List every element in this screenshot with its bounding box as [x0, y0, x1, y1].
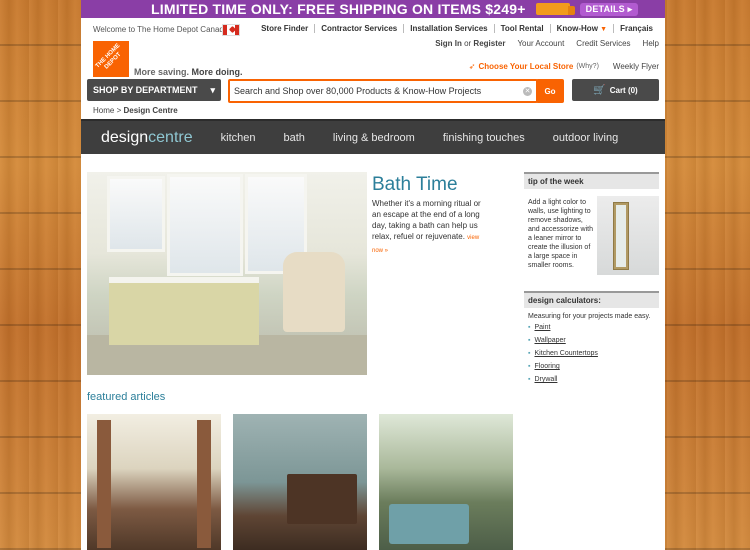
leaner-mirror-image[interactable] — [597, 196, 659, 275]
choose-store-link[interactable]: Choose Your Local Store — [479, 62, 574, 71]
page: Welcome to The Home Depot Canada THE HOM… — [81, 18, 665, 550]
featured-articles-heading: featured articles — [87, 391, 166, 403]
cart-label: Cart (0) — [609, 85, 638, 95]
calculators-list: Paint Wallpaper Kitchen Countertops Floo… — [524, 324, 659, 383]
hero-description: Whether it's a morning ritual or an esca… — [372, 199, 481, 254]
promo-details-button[interactable]: DETAILS ▸ — [579, 2, 639, 16]
chevron-down-icon: ▼ — [600, 26, 608, 33]
breadcrumb-current: Design Centre — [123, 106, 178, 115]
tagline-a: More saving. — [134, 67, 190, 77]
help-link[interactable]: Help — [643, 39, 659, 48]
calculators-intro: Measuring for your projects made easy. — [528, 313, 651, 320]
topnav-installation-services[interactable]: Installation Services — [404, 24, 495, 33]
welcome-text: Welcome to The Home Depot Canada — [93, 25, 229, 34]
search-input[interactable] — [230, 85, 523, 97]
calculator-wallpaper[interactable]: Wallpaper — [528, 337, 659, 344]
signin-register[interactable]: Sign In or Register — [435, 39, 505, 48]
promo-banner[interactable]: LIMITED TIME ONLY: FREE SHIPPING ON ITEM… — [81, 0, 665, 18]
calculator-drywall[interactable]: Drywall — [528, 376, 659, 383]
shop-dept-label: SHOP BY DEPARTMENT — [93, 85, 198, 95]
design-centre-logo[interactable]: designcentre — [101, 129, 193, 147]
nav-finishing-touches[interactable]: finishing touches — [443, 132, 525, 144]
promo-text: LIMITED TIME ONLY: FREE SHIPPING ON ITEM… — [151, 1, 526, 17]
calculator-kitchen-countertops[interactable]: Kitchen Countertops — [528, 350, 659, 357]
weekly-flyer-link[interactable]: Weekly Flyer — [613, 62, 659, 71]
tagline: More saving. More doing. — [134, 67, 243, 77]
topnav-know-how[interactable]: Know-How ▼ — [551, 24, 615, 33]
chevron-down-icon: ▾ — [210, 84, 215, 95]
top-nav: Store Finder Contractor Services Install… — [255, 24, 659, 33]
home-depot-logo[interactable]: THE HOME DEPOT — [93, 41, 129, 77]
location-pin-icon: ➶ — [468, 62, 476, 71]
featured-article-image[interactable] — [233, 414, 367, 550]
topnav-store-finder[interactable]: Store Finder — [255, 24, 316, 33]
clear-search-icon[interactable]: ✕ — [523, 86, 532, 96]
tip-text: Add a light color to walls, use lighting… — [528, 199, 593, 269]
featured-article-image[interactable] — [379, 414, 513, 550]
tip-heading: tip of the week — [524, 174, 659, 189]
nav-living-bedroom[interactable]: living & bedroom — [333, 132, 415, 144]
hero-title: Bath Time — [372, 174, 458, 195]
calculator-flooring[interactable]: Flooring — [528, 363, 659, 370]
nav-bath[interactable]: bath — [283, 132, 304, 144]
search-box: ✕ — [228, 79, 538, 103]
topnav-francais[interactable]: Français — [614, 24, 659, 33]
tip-of-the-week: tip of the week Add a light color to wal… — [524, 172, 659, 278]
topnav-tool-rental[interactable]: Tool Rental — [495, 24, 551, 33]
store-bar: ➶ Choose Your Local Store (Why?) Weekly … — [469, 62, 659, 71]
featured-article-image[interactable] — [87, 414, 221, 550]
why-link[interactable]: (Why?) — [576, 63, 599, 70]
breadcrumb-home[interactable]: Home — [93, 106, 114, 115]
breadcrumb: Home > Design Centre — [93, 106, 178, 115]
shop-by-department-button[interactable]: SHOP BY DEPARTMENT ▾ — [87, 79, 221, 101]
credit-services-link[interactable]: Credit Services — [576, 39, 630, 48]
nav-kitchen[interactable]: kitchen — [221, 132, 256, 144]
nav-outdoor-living[interactable]: outdoor living — [553, 132, 618, 144]
calculator-paint[interactable]: Paint — [528, 324, 659, 331]
calculators-heading: design calculators: — [524, 293, 659, 308]
design-calculators: design calculators: Measuring for your p… — [524, 291, 659, 403]
cart-button[interactable]: 🛒 Cart (0) — [572, 79, 659, 101]
your-account-link[interactable]: Your Account — [517, 39, 564, 48]
design-centre-nav: designcentre kitchen bath living & bedro… — [81, 119, 665, 154]
truck-icon — [535, 3, 575, 15]
cart-icon: 🛒 — [593, 84, 606, 96]
bath-hero-image[interactable] — [87, 172, 367, 375]
canada-flag-icon — [222, 24, 240, 36]
tagline-b: More doing. — [191, 67, 243, 77]
topnav-contractor-services[interactable]: Contractor Services — [315, 24, 405, 33]
search-go-button[interactable]: Go — [536, 79, 564, 103]
account-nav: Sign In or Register Your Account Credit … — [423, 39, 659, 48]
